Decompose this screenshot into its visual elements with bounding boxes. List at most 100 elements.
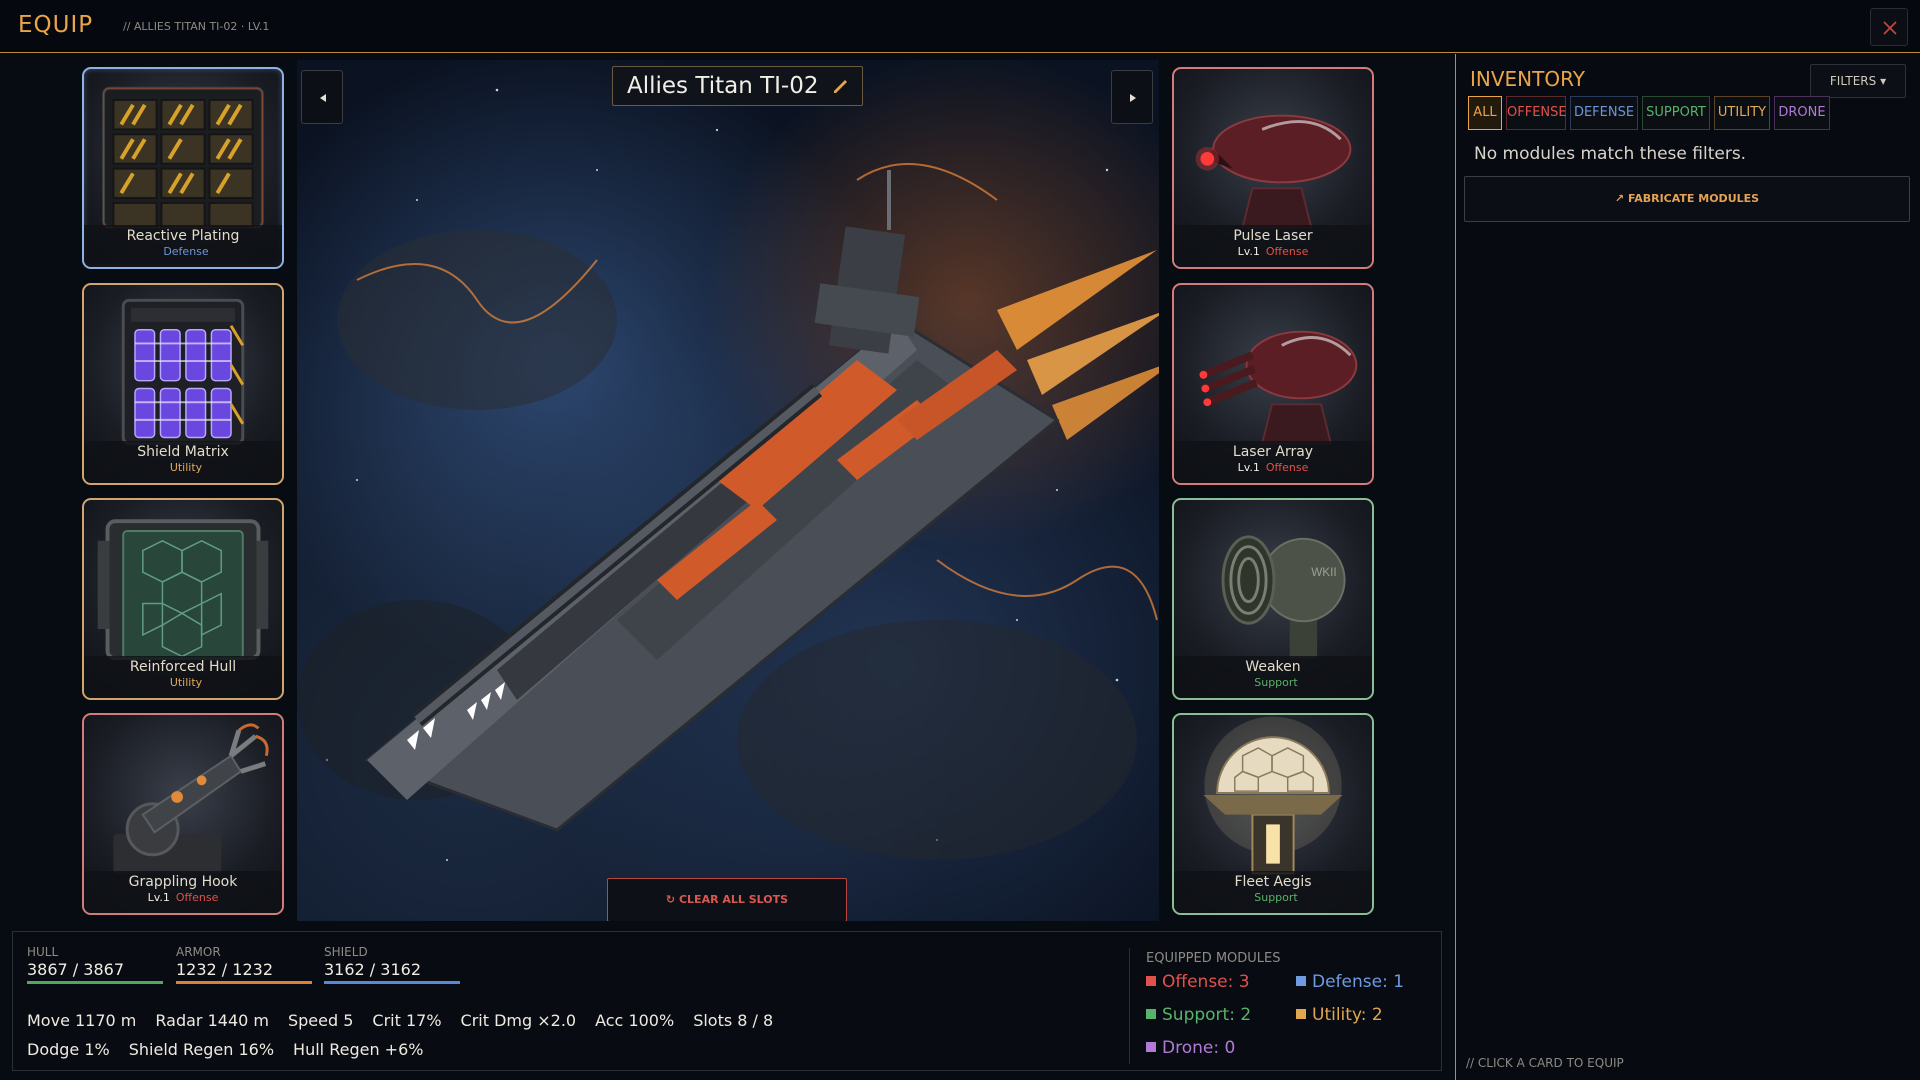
stat-slots: Slots 8 / 8	[693, 1011, 774, 1030]
close-button[interactable]	[1870, 8, 1908, 46]
slot-level: Lv.1	[147, 891, 170, 904]
slot-caption: Reinforced Hull Utility	[84, 656, 282, 698]
slot-category: Support	[1254, 891, 1298, 904]
empty-inventory-message: No modules match these filters.	[1474, 144, 1747, 164]
equip-hint: // CLICK A CARD TO EQUIP	[1466, 1056, 1624, 1070]
slot-category: Utility	[169, 676, 203, 689]
defense-swatch	[1296, 976, 1306, 986]
stat-crit: Crit 17%	[372, 1011, 442, 1030]
stat-speed: Speed 5	[287, 1011, 354, 1030]
tab-all[interactable]: ALL	[1468, 96, 1502, 130]
slot-name: Fleet Aegis	[1234, 874, 1312, 890]
armor-value: 1232 / 1232	[176, 960, 273, 979]
breadcrumb: // ALLIES TITAN TI-02 · LV.1	[123, 20, 270, 33]
hull-value: 3867 / 3867	[27, 960, 124, 979]
filters-button[interactable]: FILTERS ▾	[1810, 64, 1906, 98]
inventory-title: INVENTORY	[1470, 67, 1585, 91]
slot-level: Lv.1	[1237, 461, 1260, 474]
slot-level: Lv.1	[1237, 245, 1260, 258]
shield-value: 3162 / 3162	[324, 960, 421, 979]
slot-name: Reactive Plating	[126, 228, 240, 244]
slot-reactive-plating[interactable]: Reactive Plating Defense	[82, 67, 284, 269]
inventory-panel: INVENTORY FILTERS ▾ ALL OFFENSE DEFENSE …	[1455, 54, 1920, 1080]
stat-crit-dmg: Crit Dmg ×2.0	[460, 1011, 577, 1030]
stat-hull-regen: Hull Regen +6%	[293, 1040, 424, 1059]
slot-fleet-aegis[interactable]: Fleet Aegis Support	[1172, 713, 1374, 915]
slot-grappling-hook[interactable]: Grappling Hook Lv.1 Offense	[82, 713, 284, 915]
slot-pulse-laser[interactable]: Pulse Laser Lv.1 Offense	[1172, 67, 1374, 269]
tab-offense[interactable]: OFFENSE	[1506, 96, 1567, 130]
stat-move: Move 1170 m	[27, 1011, 137, 1030]
equipped-utility: Utility: 2	[1296, 1005, 1383, 1025]
ship-stats-panel: HULL 3867 / 3867 ARMOR 1232 / 1232 SHIEL…	[12, 931, 1442, 1071]
clear-all-slots-button[interactable]: ↻ CLEAR ALL SLOTS	[607, 878, 847, 921]
stat-row-secondary: Dodge 1% Shield Regen 16% Hull Regen +6%	[27, 1040, 442, 1059]
stat-dodge: Dodge 1%	[27, 1040, 110, 1059]
slot-meta: Utility	[84, 461, 282, 474]
ship-name-field[interactable]: Allies Titan TI-02	[612, 66, 864, 106]
slot-category: Offense	[175, 891, 219, 904]
equipped-defense: Defense: 1	[1296, 972, 1404, 992]
close-icon	[1883, 21, 1897, 35]
equipped-support-label: Support: 2	[1162, 1005, 1252, 1025]
equipped-support: Support: 2	[1146, 1005, 1251, 1025]
tab-drone[interactable]: DRONE	[1774, 96, 1830, 130]
slot-weaken[interactable]: WKII Weaken Support	[1172, 498, 1374, 700]
hull-stat: HULL 3867 / 3867	[27, 945, 163, 984]
slot-meta: Lv.1 Offense	[1174, 461, 1372, 474]
slot-caption: Weaken Support	[1174, 656, 1372, 698]
fleet-aegis-icon	[1203, 716, 1343, 875]
utility-swatch	[1296, 1009, 1306, 1019]
slot-category: Defense	[163, 245, 209, 258]
edit-pencil-icon[interactable]	[832, 79, 848, 95]
equipped-drone-label: Drone: 0	[1162, 1038, 1236, 1058]
slot-category: Offense	[1265, 245, 1309, 258]
shield-stat: SHIELD 3162 / 3162	[324, 945, 460, 984]
fabricate-modules-button[interactable]: ↗ FABRICATE MODULES	[1464, 176, 1910, 222]
stat-row-primary: Move 1170 m Radar 1440 m Speed 5 Crit 17% Cr…	[27, 1011, 792, 1030]
tab-utility[interactable]: UTILITY	[1714, 96, 1770, 130]
slot-shield-matrix[interactable]: Shield Matrix Utility	[82, 283, 284, 485]
slot-reinforced-hull[interactable]: Reinforced Hull Utility	[82, 498, 284, 700]
slot-name: Laser Array	[1232, 444, 1314, 460]
stat-accuracy: Acc 100%	[595, 1011, 675, 1030]
tab-support[interactable]: SUPPORT	[1642, 96, 1710, 130]
slot-name: Pulse Laser	[1233, 228, 1313, 244]
top-bar: EQUIP // ALLIES TITAN TI-02 · LV.1	[0, 0, 1920, 53]
slot-category: Utility	[169, 461, 203, 474]
page-title: EQUIP	[18, 12, 94, 38]
armor-label: ARMOR	[176, 945, 221, 959]
equipped-utility-label: Utility: 2	[1312, 1005, 1383, 1025]
slot-laser-array[interactable]: Laser Array Lv.1 Offense	[1172, 283, 1374, 485]
slot-meta: Lv.1 Offense	[84, 891, 282, 904]
hull-bar	[27, 981, 163, 984]
next-ship-button[interactable]	[1111, 70, 1153, 124]
drone-swatch	[1146, 1042, 1156, 1052]
slot-category: Offense	[1265, 461, 1309, 474]
slot-meta: Utility	[84, 676, 282, 689]
slot-caption: Shield Matrix Utility	[84, 441, 282, 483]
slot-category: Support	[1254, 676, 1298, 689]
shield-label: SHIELD	[324, 945, 368, 959]
slot-meta: Lv.1 Offense	[1174, 245, 1372, 258]
equipped-modules-title: EQUIPPED MODULES	[1146, 951, 1281, 966]
hull-plate-icon	[97, 519, 269, 660]
armor-bar	[176, 981, 312, 984]
ship-name-label: Allies Titan TI-02	[627, 73, 819, 99]
offense-swatch	[1146, 976, 1156, 986]
equipped-drone: Drone: 0	[1146, 1038, 1235, 1058]
equipped-defense-label: Defense: 1	[1312, 972, 1405, 992]
ship-render	[297, 79, 1159, 882]
stat-shield-regen: Shield Regen 16%	[128, 1040, 275, 1059]
slot-name: Reinforced Hull	[129, 659, 237, 675]
slot-caption: Laser Array Lv.1 Offense	[1174, 441, 1372, 483]
divider	[1129, 948, 1130, 1064]
weaken-emitter-icon: WKII	[1221, 535, 1346, 659]
previous-ship-button[interactable]	[301, 70, 343, 124]
shield-bar	[324, 981, 460, 984]
equipped-offense: Offense: 3	[1146, 972, 1250, 992]
armor-stat: ARMOR 1232 / 1232	[176, 945, 312, 984]
equipped-offense-label: Offense: 3	[1162, 972, 1250, 992]
hull-label: HULL	[27, 945, 59, 959]
tab-defense[interactable]: DEFENSE	[1570, 96, 1638, 130]
